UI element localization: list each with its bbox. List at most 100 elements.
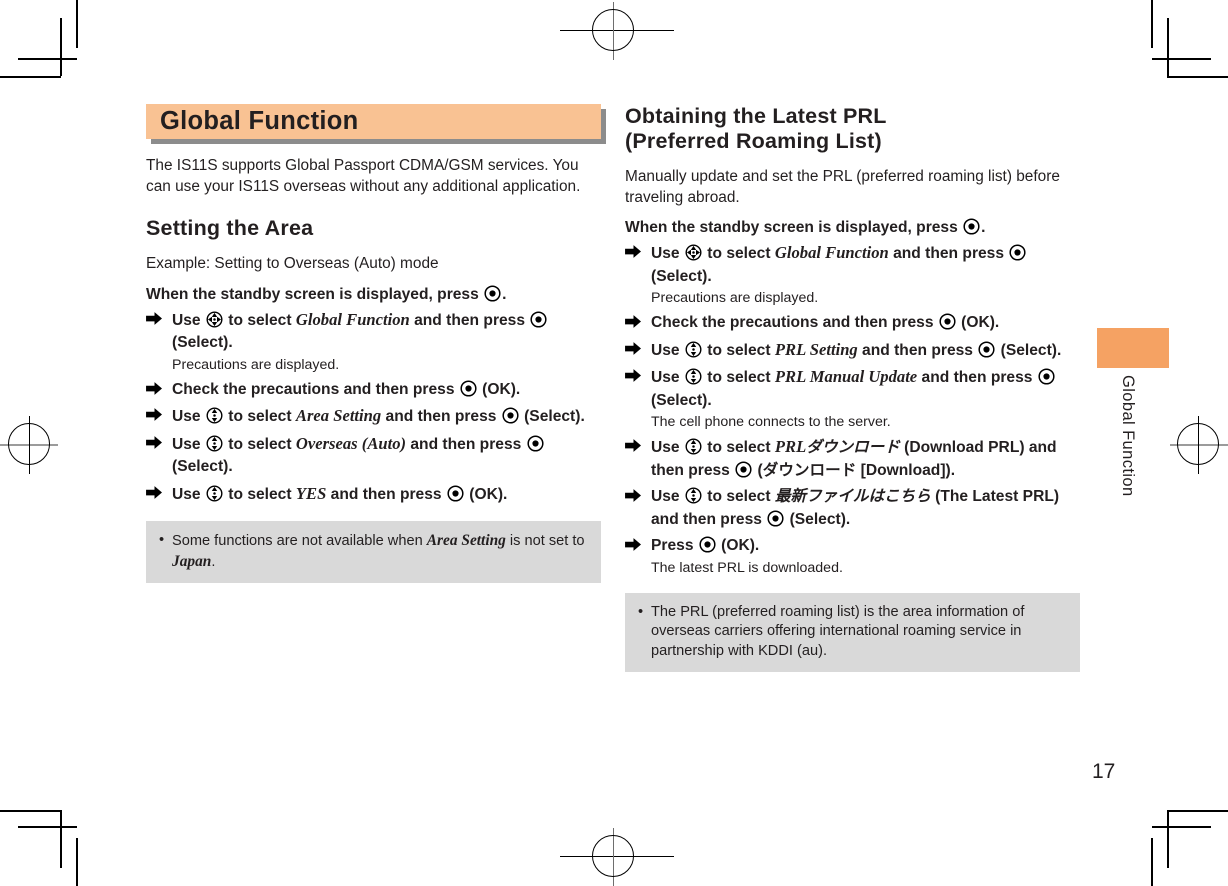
right-lead-line: When the standby screen is displayed, pr…	[625, 217, 1080, 238]
step-text: to select	[223, 435, 296, 453]
up-down-key-icon	[206, 434, 223, 452]
step-item: Check the precautions and then press (OK…	[625, 312, 1080, 335]
up-down-key-icon	[685, 487, 702, 504]
up-down-key-icon	[206, 407, 223, 424]
step-arrow-icon	[625, 341, 643, 358]
step-text: (OK).	[956, 314, 1000, 331]
section-heading-line2: (Preferred Roaming List)	[625, 129, 885, 153]
step-text: (Select).	[172, 334, 233, 351]
crop-mark-top-left-v	[76, 0, 78, 48]
menu-item-name: Global Function	[774, 243, 889, 262]
crop-mark-top-left-h2	[0, 76, 61, 78]
step-text: and then press	[381, 408, 501, 425]
crop-mark-top-right-v	[1151, 0, 1153, 48]
step-text: Use	[172, 435, 205, 453]
step-text: (Select).	[519, 408, 585, 425]
crop-mark-bottom-right-v2	[1167, 810, 1169, 868]
step-text: Check the precautions and then press	[172, 380, 459, 398]
step-text: to select	[223, 408, 296, 425]
menu-item-name: Overseas (Auto)	[295, 433, 407, 453]
menu-item-name: YES	[295, 483, 327, 503]
step-text: Use	[172, 485, 205, 503]
crop-mark-bottom-left-v2	[60, 810, 62, 868]
step-item: Use to select Global Function and then p…	[625, 242, 1080, 288]
step-arrow-icon	[146, 381, 164, 398]
step-text: is not set to	[505, 533, 585, 549]
step-text: .	[211, 553, 216, 570]
crop-mark-bottom-left-h	[18, 826, 77, 828]
step-arrow-icon	[625, 368, 643, 385]
step-item: Use to select PRLダウンロード (Download PRL) a…	[625, 436, 1080, 482]
registration-circle-left	[8, 423, 50, 465]
up-down-key-icon	[206, 484, 223, 502]
select-key-icon	[963, 218, 980, 235]
crop-mark-bottom-left-h2	[0, 810, 61, 812]
step-text: (Select).	[996, 341, 1062, 359]
select-key-icon	[460, 379, 477, 397]
step-body: Use to select PRL Manual Update and then…	[651, 367, 1056, 409]
page-number: 17	[1092, 760, 1116, 783]
left-lead-period: .	[502, 285, 507, 303]
note-item: • Some functions are not available when A…	[158, 531, 589, 572]
crop-mark-top-left-h	[18, 58, 77, 60]
step-text: Use	[172, 311, 205, 329]
menu-item-name: PRL Setting	[774, 339, 858, 359]
step-arrow-icon	[625, 314, 643, 331]
up-down-key-icon	[685, 340, 702, 358]
up-down-key-icon	[685, 438, 702, 455]
registration-circle-bottom	[592, 835, 634, 877]
menu-item-name: PRL Manual Update	[774, 367, 918, 386]
step-text: to select	[702, 369, 775, 386]
step-text: Use	[651, 341, 684, 359]
step-arrow-icon	[146, 407, 164, 424]
step-text: Use	[651, 369, 684, 386]
step-text: Some functions are not available when	[172, 533, 427, 549]
right-lead-text: When the standby screen is displayed, pr…	[625, 219, 958, 236]
left-column: Global Function The IS11S supports Globa…	[146, 104, 606, 583]
select-key-icon	[530, 310, 547, 328]
right-note-box: • The PRL (preferred roaming list) is the…	[625, 592, 1080, 672]
crop-mark-bottom-right-v	[1151, 838, 1153, 886]
select-key-icon	[699, 536, 716, 553]
step-text: to select	[702, 439, 775, 456]
chapter-title-text: Global Function	[146, 104, 601, 139]
step-text: (Select).	[172, 458, 233, 475]
menu-item-name-jp: 最新ファイルはこちら	[774, 488, 931, 505]
step-text: (Select).	[651, 267, 712, 285]
crop-mark-top-left-v2	[60, 18, 62, 76]
step-text: and then press	[409, 311, 530, 329]
step-arrow-icon	[625, 244, 643, 261]
select-key-icon	[767, 509, 784, 527]
step-text: to select	[702, 245, 775, 262]
step-text: to select	[223, 485, 296, 503]
step-result-note: Precautions are displayed.	[651, 290, 819, 306]
step-text: (OK).	[716, 537, 760, 554]
step-text: to select	[223, 311, 296, 329]
section-heading-obtaining-latest-prl: Obtaining the Latest PRL (Preferred Roam…	[625, 104, 1080, 158]
step-body: Check the precautions and then press (OK…	[172, 379, 520, 398]
crop-mark-top-right-h2	[1167, 76, 1228, 78]
menu-item-name: Japan	[172, 552, 212, 570]
step-arrow-icon	[146, 435, 164, 452]
step-item: Use to select PRL Manual Update and then…	[625, 366, 1080, 412]
step-item: Use to select Overseas (Auto) and then p…	[146, 433, 601, 479]
step-text: to select	[702, 341, 775, 359]
right-column: Obtaining the Latest PRL (Preferred Roam…	[625, 104, 1080, 672]
step-result-note: Precautions are displayed.	[172, 356, 340, 373]
registration-circle-top	[592, 9, 634, 51]
menu-item-name: PRL	[774, 437, 807, 456]
menu-item-name: Area Setting	[295, 406, 382, 425]
section-heading-setting-the-area: Setting the Area	[146, 216, 601, 245]
step-text: Use	[172, 408, 205, 425]
step-item: Press (OK).	[625, 535, 1080, 558]
step-text: and then press	[326, 485, 446, 503]
select-key-icon	[735, 460, 752, 478]
step-arrow-icon	[625, 438, 643, 455]
section-heading-line1: Obtaining the Latest PRL	[625, 104, 890, 128]
step-result-note: The latest PRL is downloaded.	[651, 559, 843, 576]
step-body: Use to select 最新ファイルはこちら (The Latest PRL…	[651, 487, 1059, 528]
select-key-icon	[978, 340, 995, 358]
up-down-key-icon	[685, 368, 702, 385]
left-note-box: • Some functions are not available when A…	[146, 521, 601, 583]
note-item: • The PRL (preferred roaming list) is the…	[637, 603, 1068, 662]
